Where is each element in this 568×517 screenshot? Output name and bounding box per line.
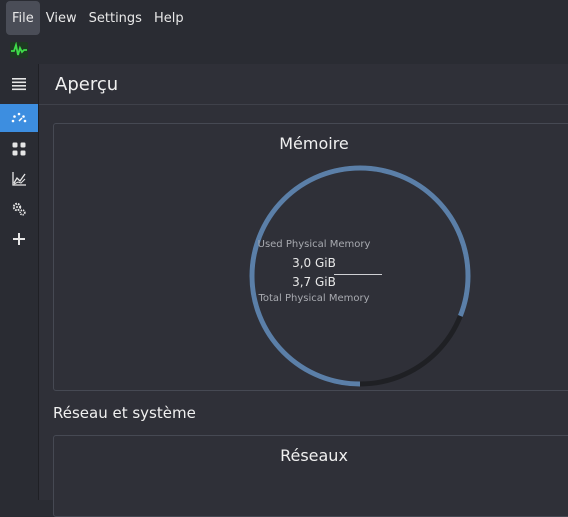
total-memory-value: 3,7 GiB (292, 275, 336, 289)
page-title: Aperçu (55, 74, 119, 95)
menu-help[interactable]: Help (148, 1, 190, 35)
sidebar-item-menu[interactable] (0, 70, 38, 98)
menu-bar: File View Settings Help (0, 0, 568, 36)
chart-icon (12, 172, 26, 186)
memory-card: Mémoire Used Physical Memory 3,0 GiB 3,7… (53, 123, 568, 391)
used-memory-label: Used Physical Memory (257, 239, 371, 250)
sidebar-item-add-page[interactable] (0, 225, 38, 253)
title-divider (39, 104, 568, 105)
sidebar-item-processes[interactable] (0, 195, 38, 223)
menu-file[interactable]: File (6, 1, 40, 35)
menu-settings[interactable]: Settings (83, 1, 148, 35)
total-memory-label: Total Physical Memory (258, 293, 370, 304)
used-memory-value: 3,0 GiB (292, 256, 336, 270)
networks-card-title: Réseaux (280, 446, 348, 465)
section-title-network-system: Réseau et système (53, 404, 196, 422)
dashboard-gauge-icon (11, 112, 27, 123)
networks-card: Réseaux (53, 435, 568, 517)
gears-icon (12, 202, 26, 216)
add-icon (13, 233, 25, 245)
toolbar (0, 36, 568, 64)
app-monitor-icon (10, 42, 28, 58)
grid-icon (12, 142, 26, 156)
menu-icon (12, 78, 26, 91)
sidebar-item-history[interactable] (0, 165, 38, 193)
sidebar-item-applications[interactable] (0, 135, 38, 163)
sidebar-item-overview[interactable] (0, 104, 38, 132)
menu-view[interactable]: View (40, 1, 83, 35)
sidebar (0, 64, 39, 500)
memory-card-title: Mémoire (279, 134, 349, 153)
main-content: Aperçu Mémoire Used Physical Memory 3,0 … (39, 64, 568, 517)
